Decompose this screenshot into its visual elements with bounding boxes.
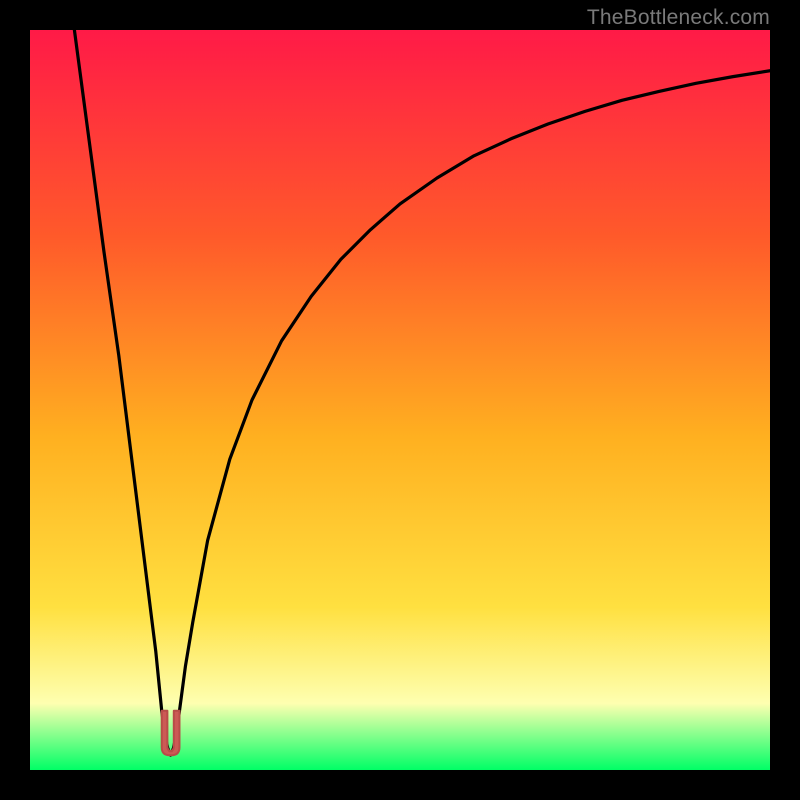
bottleneck-chart: [30, 30, 770, 770]
plot-frame: [30, 30, 770, 770]
watermark-text: TheBottleneck.com: [587, 6, 770, 30]
gradient-background: [30, 30, 770, 770]
